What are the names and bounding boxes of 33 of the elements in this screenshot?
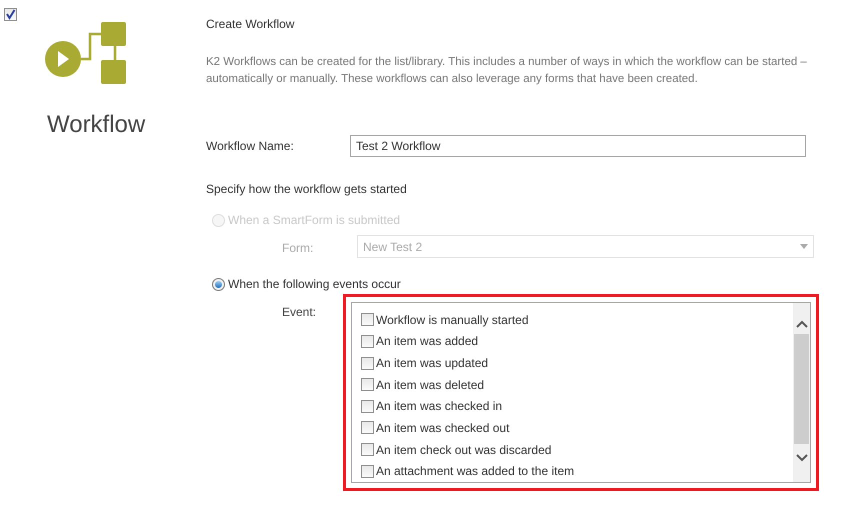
checkbox[interactable] [361, 464, 374, 478]
scroll-up-icon[interactable] [796, 320, 808, 328]
event-label: An item was added [376, 333, 478, 350]
event-label: An item was checked out [376, 420, 510, 437]
scrollbar[interactable] [793, 303, 810, 482]
checkbox[interactable] [361, 421, 374, 434]
field-label: Form: [282, 240, 314, 257]
field-label: Event: [282, 304, 318, 321]
event-label: Workflow is manually started [376, 312, 528, 329]
field-label: Workflow Name: [206, 138, 295, 155]
event-label: An item check out was discarded [376, 442, 552, 459]
checkbox[interactable] [361, 400, 374, 413]
scroll-down-icon[interactable] [796, 454, 808, 462]
checkbox[interactable] [361, 313, 374, 326]
checkbox[interactable] [361, 443, 374, 456]
checkbox[interactable] [361, 378, 374, 392]
scrollbar-thumb[interactable] [794, 334, 809, 444]
checkbox[interactable] [361, 356, 374, 370]
event-label: An item was updated [376, 355, 488, 372]
event-label: An item was deleted [376, 376, 484, 394]
section-title: Workflow [47, 110, 146, 140]
description: K2 Workflows can be created for the list/library. This includes a number of ways in which the workflow can be started – automatically or manually. These workflows can also leverage any forms that have been created. [206, 55, 808, 87]
dropdown-arrow-icon [800, 244, 808, 249]
event-label: An item was checked in [376, 398, 502, 416]
section-label: Specify how the workflow gets started [206, 181, 408, 198]
checkbox[interactable] [361, 334, 374, 348]
radio-label: When the following events occur [228, 276, 401, 293]
event-label: An attachment was added to the item [376, 463, 574, 480]
workflow-logo-icon [45, 21, 127, 85]
radio-button[interactable] [212, 278, 225, 290]
form-heading: Create Workflow [206, 16, 296, 33]
workflow-name-field[interactable]: Test 2 Workflow [350, 135, 806, 157]
checkbox[interactable] [4, 8, 17, 21]
